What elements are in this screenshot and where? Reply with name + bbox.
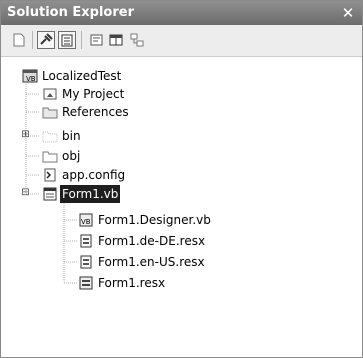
toolbar — [1, 25, 362, 57]
solution-explorer-window: Solution Explorer ✕ VB LocalizedTest My … — [0, 0, 363, 358]
resx-file-icon — [78, 275, 94, 291]
tree-item-app-config[interactable]: app.config — [1, 166, 362, 184]
tree-child-form1-resx[interactable]: Form1.resx — [1, 274, 362, 292]
tree-item-label: Form1.de-DE.resx — [98, 234, 206, 248]
svg-text:VB: VB — [81, 218, 91, 226]
view-code-icon[interactable] — [87, 31, 105, 49]
window-title: Solution Explorer — [7, 5, 134, 20]
tree-item-form1[interactable]: ⊟ Form1.vb — [1, 185, 362, 203]
properties-icon[interactable] — [37, 31, 55, 49]
show-all-files-icon[interactable] — [58, 31, 76, 49]
tree-item-references[interactable]: References — [1, 103, 362, 121]
my-project-icon — [42, 86, 58, 102]
tree-child-form1-de-resx[interactable]: Form1.de-DE.resx — [1, 232, 362, 250]
folder-icon — [42, 128, 58, 144]
references-folder-icon — [42, 104, 58, 120]
view-designer-icon[interactable] — [107, 31, 125, 49]
tree-project-node[interactable]: VB LocalizedTest — [1, 67, 362, 85]
tree-item-label: Form1.resx — [98, 276, 166, 290]
resx-file-icon — [78, 233, 94, 249]
folder-icon — [42, 148, 58, 164]
toolbar-separator — [81, 31, 82, 49]
form-icon — [42, 186, 58, 202]
vb-file-icon: VB — [78, 212, 94, 228]
svg-text:VB: VB — [26, 75, 36, 83]
tree-item-label: Form1.en-US.resx — [98, 255, 205, 269]
config-file-icon — [42, 167, 58, 183]
solution-tree: VB LocalizedTest My Project References ⊞… — [1, 57, 362, 357]
refresh-icon[interactable] — [10, 31, 28, 49]
tree-item-bin[interactable]: ⊞ bin — [1, 127, 362, 145]
vb-project-icon: VB — [22, 68, 38, 84]
tree-item-label: bin — [62, 129, 81, 143]
collapse-icon[interactable]: ⊟ — [21, 188, 30, 198]
tree-item-label: app.config — [62, 168, 126, 182]
title-bar[interactable]: Solution Explorer ✕ — [1, 1, 362, 25]
tree-item-obj[interactable]: obj — [1, 147, 362, 165]
tree-item-label: Form1.Designer.vb — [98, 213, 211, 227]
class-diagram-icon[interactable] — [128, 31, 146, 49]
tree-item-label: References — [62, 105, 129, 119]
toolbar-separator — [32, 31, 33, 49]
tree-project-label: LocalizedTest — [42, 69, 122, 83]
resx-file-icon — [78, 254, 94, 270]
tree-item-label-selected: Form1.vb — [60, 185, 121, 203]
tree-item-label: obj — [62, 149, 81, 163]
tree-item-my-project[interactable]: My Project — [1, 85, 362, 103]
expand-icon[interactable]: ⊞ — [21, 130, 30, 140]
tree-child-form1-designer[interactable]: VB Form1.Designer.vb — [1, 211, 362, 229]
tree-child-form1-en-resx[interactable]: Form1.en-US.resx — [1, 253, 362, 271]
tree-item-label: My Project — [62, 87, 125, 101]
close-icon[interactable]: ✕ — [340, 1, 356, 25]
